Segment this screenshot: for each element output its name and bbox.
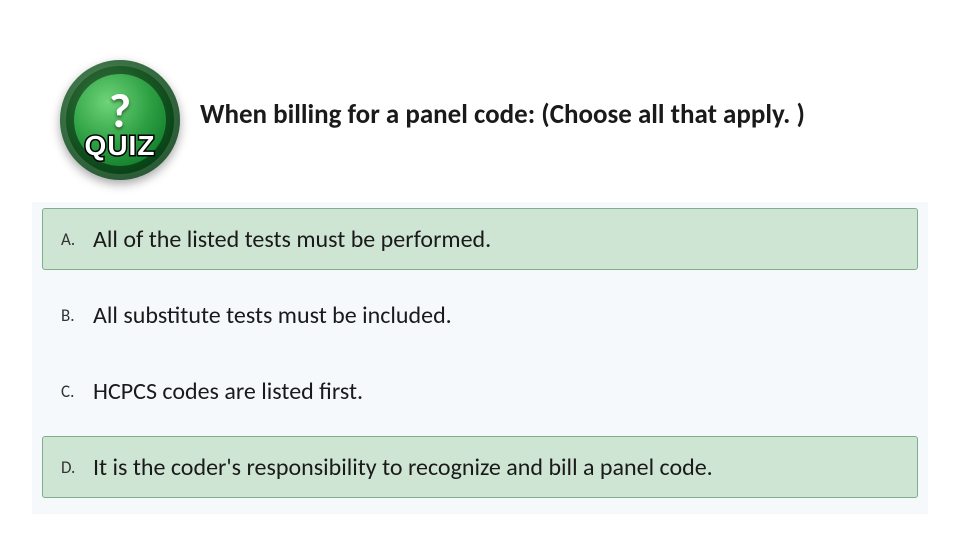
answer-text: HCPCS codes are listed first. [93,377,363,406]
answer-text: All of the listed tests must be performe… [93,225,491,254]
answer-text: All substitute tests must be included. [93,301,452,330]
answer-letter: B. [47,305,93,326]
answer-letter: C. [47,381,93,402]
answer-option-a[interactable]: A. All of the listed tests must be perfo… [42,208,918,270]
answer-option-c[interactable]: C. HCPCS codes are listed first. [42,360,918,422]
answer-letter: A. [47,229,93,250]
quiz-icon: ? [60,60,180,180]
slide: ? QUIZ When billing for a panel code: (C… [0,0,960,540]
question-mark-icon: ? [109,87,131,135]
quiz-label: QUIZ [52,130,188,162]
answer-option-d[interactable]: D. It is the coder's responsibility to r… [42,436,918,498]
answer-text: It is the coder's responsibility to reco… [93,453,713,482]
answers-panel: A. All of the listed tests must be perfo… [32,202,928,514]
quiz-icon-circle: ? [60,60,180,180]
answer-letter: D. [47,457,93,478]
answer-option-b[interactable]: B. All substitute tests must be included… [42,284,918,346]
question-text: When billing for a panel code: (Choose a… [200,98,920,131]
